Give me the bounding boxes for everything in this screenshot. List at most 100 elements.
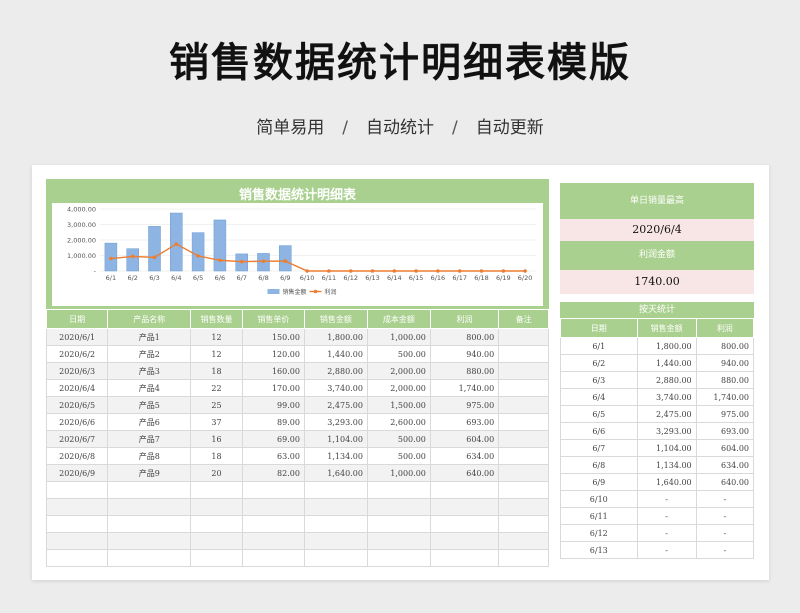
- table-cell[interactable]: [241, 498, 305, 516]
- table-cell[interactable]: 63.00: [241, 447, 305, 465]
- table-cell[interactable]: 1,134.00: [636, 456, 697, 474]
- table-cell[interactable]: [498, 515, 549, 533]
- table-cell[interactable]: 2020/6/8: [45, 447, 109, 465]
- table-cell[interactable]: 604.00: [429, 430, 500, 448]
- table-cell[interactable]: 6/3: [560, 371, 638, 389]
- table-cell[interactable]: [107, 532, 192, 550]
- table-cell[interactable]: 1,640.00: [636, 473, 697, 491]
- table-cell[interactable]: [498, 379, 549, 397]
- table-cell[interactable]: [303, 481, 368, 499]
- table-cell[interactable]: [45, 532, 109, 550]
- table-cell[interactable]: 12: [190, 345, 243, 363]
- table-cell[interactable]: [498, 464, 549, 482]
- table-cell[interactable]: 640.00: [695, 473, 755, 491]
- table-cell[interactable]: [498, 345, 549, 363]
- table-cell[interactable]: [498, 549, 549, 567]
- table-cell[interactable]: -: [695, 490, 755, 508]
- table-cell[interactable]: [45, 481, 109, 499]
- table-cell[interactable]: 37: [190, 413, 243, 431]
- table-cell[interactable]: [429, 532, 500, 550]
- table-cell[interactable]: [107, 515, 192, 533]
- table-cell[interactable]: 产品8: [107, 447, 192, 465]
- table-cell[interactable]: 1,000.00: [366, 464, 431, 482]
- table-cell[interactable]: 1,740.00: [429, 379, 500, 397]
- table-cell[interactable]: [498, 430, 549, 448]
- table-cell[interactable]: [498, 498, 549, 516]
- table-cell[interactable]: 2,880.00: [636, 371, 697, 389]
- table-cell[interactable]: 3,740.00: [636, 388, 697, 406]
- table-cell[interactable]: [429, 498, 500, 516]
- table-cell[interactable]: [190, 549, 243, 567]
- table-cell[interactable]: -: [636, 541, 697, 559]
- table-cell[interactable]: 2,000.00: [366, 379, 431, 397]
- table-cell[interactable]: -: [636, 507, 697, 525]
- table-cell[interactable]: 1,440.00: [636, 354, 697, 372]
- table-cell[interactable]: 产品5: [107, 396, 192, 414]
- table-cell[interactable]: [498, 532, 549, 550]
- table-cell[interactable]: 12: [190, 328, 243, 346]
- table-cell[interactable]: -: [695, 541, 755, 559]
- table-cell[interactable]: 634.00: [429, 447, 500, 465]
- table-cell[interactable]: [303, 532, 368, 550]
- table-cell[interactable]: [241, 549, 305, 567]
- table-cell[interactable]: [45, 515, 109, 533]
- table-cell[interactable]: [498, 328, 549, 346]
- table-cell[interactable]: 120.00: [241, 345, 305, 363]
- table-cell[interactable]: 1,104.00: [303, 430, 368, 448]
- table-cell[interactable]: [366, 549, 431, 567]
- table-cell[interactable]: 604.00: [695, 439, 755, 457]
- table-cell[interactable]: [241, 532, 305, 550]
- table-cell[interactable]: [498, 413, 549, 431]
- table-cell[interactable]: 640.00: [429, 464, 500, 482]
- table-cell[interactable]: -: [636, 524, 697, 542]
- table-cell[interactable]: [190, 532, 243, 550]
- table-cell[interactable]: [190, 481, 243, 499]
- table-cell[interactable]: 6/7: [560, 439, 638, 457]
- table-cell[interactable]: 6/5: [560, 405, 638, 423]
- table-cell[interactable]: 1,440.00: [303, 345, 368, 363]
- table-cell[interactable]: [241, 515, 305, 533]
- table-cell[interactable]: 20: [190, 464, 243, 482]
- table-cell[interactable]: 6/9: [560, 473, 638, 491]
- table-cell[interactable]: [241, 481, 305, 499]
- table-cell[interactable]: 6/13: [560, 541, 638, 559]
- table-cell[interactable]: 产品9: [107, 464, 192, 482]
- table-cell[interactable]: 634.00: [695, 456, 755, 474]
- table-cell[interactable]: 产品1: [107, 328, 192, 346]
- table-cell[interactable]: 6/6: [560, 422, 638, 440]
- table-cell[interactable]: 89.00: [241, 413, 305, 431]
- table-cell[interactable]: 1,640.00: [303, 464, 368, 482]
- table-cell[interactable]: 99.00: [241, 396, 305, 414]
- table-cell[interactable]: 500.00: [366, 447, 431, 465]
- table-cell[interactable]: [303, 498, 368, 516]
- table-cell[interactable]: 6/8: [560, 456, 638, 474]
- table-cell[interactable]: 693.00: [695, 422, 755, 440]
- table-cell[interactable]: 3,740.00: [303, 379, 368, 397]
- table-cell[interactable]: 2020/6/4: [45, 379, 109, 397]
- table-cell[interactable]: 6/1: [560, 337, 638, 355]
- table-cell[interactable]: 2020/6/5: [45, 396, 109, 414]
- table-cell[interactable]: 170.00: [241, 379, 305, 397]
- table-cell[interactable]: 18: [190, 362, 243, 380]
- table-cell[interactable]: 880.00: [429, 362, 500, 380]
- table-cell[interactable]: [366, 498, 431, 516]
- table-cell[interactable]: 800.00: [695, 337, 755, 355]
- table-cell[interactable]: 1,104.00: [636, 439, 697, 457]
- table-cell[interactable]: 2,475.00: [636, 405, 697, 423]
- table-cell[interactable]: -: [695, 524, 755, 542]
- table-cell[interactable]: 2020/6/6: [45, 413, 109, 431]
- table-cell[interactable]: 1,500.00: [366, 396, 431, 414]
- table-cell[interactable]: 22: [190, 379, 243, 397]
- table-cell[interactable]: 3,293.00: [303, 413, 368, 431]
- table-cell[interactable]: 产品7: [107, 430, 192, 448]
- table-cell[interactable]: [190, 515, 243, 533]
- table-cell[interactable]: 160.00: [241, 362, 305, 380]
- table-cell[interactable]: [303, 549, 368, 567]
- table-cell[interactable]: 82.00: [241, 464, 305, 482]
- table-cell[interactable]: [107, 549, 192, 567]
- table-cell[interactable]: 2020/6/2: [45, 345, 109, 363]
- table-cell[interactable]: [45, 549, 109, 567]
- table-cell[interactable]: 18: [190, 447, 243, 465]
- table-cell[interactable]: 940.00: [429, 345, 500, 363]
- table-cell[interactable]: 6/12: [560, 524, 638, 542]
